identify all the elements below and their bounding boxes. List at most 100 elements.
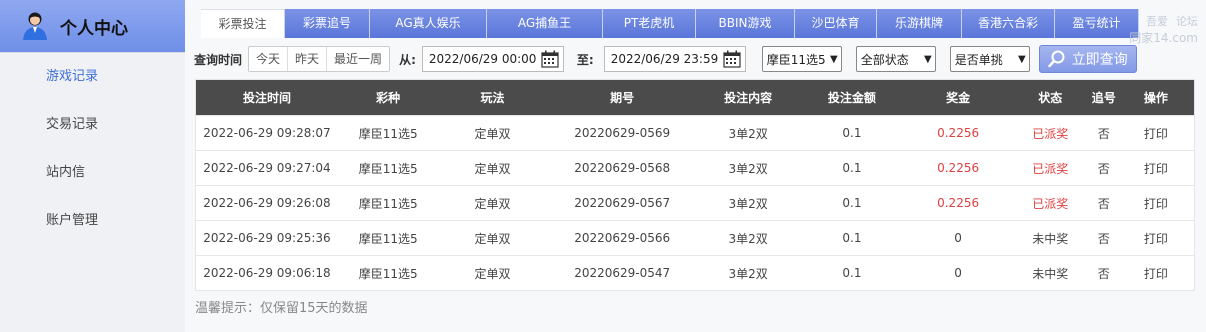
retention-note: 温馨提示：仅保留15天的数据 (195, 301, 368, 316)
search-icon (1047, 50, 1065, 68)
table-cell: 3单2双 (728, 196, 768, 211)
bet-records-table: 投注时间 彩种 玩法 期号 投注内容 投注金额 奖金 状态 追号 操作 2022-06-29 09… (195, 79, 1195, 291)
table-cell: 2022-06-29 09:06:18 (203, 266, 331, 280)
quick-range-group: 今天 昨天 最近一周 (248, 46, 391, 72)
range-week-button[interactable]: 最近一周 (327, 47, 389, 71)
table-cell: 摩臣11选5 (358, 266, 418, 281)
table-cell: 已派奖 (1032, 161, 1069, 176)
column-header: 奖金 (946, 91, 971, 105)
table-cell: 定单双 (474, 126, 511, 141)
watermark-line2: 论坛 (1176, 15, 1198, 28)
table-cell: 否 (1097, 126, 1110, 141)
print-link[interactable]: 打印 (1118, 116, 1194, 150)
filter-bar: 查询时间 今天 昨天 最近一周 从: 2022/06/29 00:00 至: 2… (194, 45, 1137, 73)
table-cell: 0.2256 (937, 126, 980, 140)
table-cell: 3单2双 (728, 161, 768, 176)
from-date-field[interactable]: 2022/06/29 00:00 (421, 46, 564, 72)
query-button-label: 立即查询 (1071, 52, 1128, 68)
print-link[interactable]: 打印 (1118, 221, 1194, 255)
table-cell: 0 (954, 231, 962, 245)
table-cell: 0.1 (842, 196, 862, 210)
sidebar-item[interactable]: 游戏记录 (0, 53, 185, 101)
table-cell: 否 (1097, 161, 1110, 176)
tab-item[interactable]: PT老虎机 (603, 9, 696, 38)
tab-item[interactable]: 沙巴体育 (795, 9, 877, 38)
user-avatar-icon (23, 12, 47, 40)
table-cell: 3单2双 (728, 266, 768, 281)
from-label: 从: (399, 52, 416, 67)
watermark-line3: 同家14.com (1129, 31, 1198, 45)
query-time-label: 查询时间 (194, 52, 243, 67)
table-cell: 摩臣11选5 (358, 161, 418, 176)
print-link[interactable]: 打印 (1118, 186, 1194, 220)
print-link[interactable]: 打印 (1118, 151, 1194, 185)
print-link[interactable]: 打印 (1118, 256, 1194, 290)
table-row: 2022-06-29 09:27:04 摩臣11选5 定单双 20220629-056… (196, 150, 1194, 185)
table-cell: 定单双 (474, 266, 511, 281)
sidebar-item[interactable]: 站内信 (0, 149, 185, 197)
table-cell: 3单2双 (728, 126, 768, 141)
table-cell: 20220629-0566 (574, 231, 671, 245)
table-cell: 0.1 (842, 231, 862, 245)
watermark-line1: 吾爱 (1146, 15, 1168, 28)
status-select-value: 全部状态 (860, 52, 909, 67)
column-header: 投注时间 (242, 91, 291, 105)
range-yesterday-button[interactable]: 昨天 (288, 47, 328, 71)
table-cell: 20220629-0568 (574, 161, 671, 175)
table-cell: 否 (1097, 266, 1110, 281)
table-cell: 0.1 (842, 126, 862, 140)
table-cell: 2022-06-29 09:27:04 (203, 161, 331, 175)
query-button[interactable]: 立即查询 (1038, 45, 1137, 73)
table-cell: 0.2256 (937, 196, 980, 210)
table-cell: 2022-06-29 09:26:08 (203, 196, 331, 210)
tab-item[interactable]: 乐游棋牌 (877, 9, 962, 38)
column-header: 操作 (1143, 91, 1168, 105)
lottery-select[interactable]: 摩臣11选5 ▼ (761, 46, 842, 72)
calendar-icon[interactable] (723, 50, 741, 68)
table-row: 2022-06-29 09:25:36 摩臣11选5 定单双 20220629-056… (196, 220, 1194, 255)
to-date-field[interactable]: 2022/06/29 23:59 (603, 46, 746, 72)
column-header: 期号 (610, 91, 635, 105)
table-row: 2022-06-29 09:26:08 摩臣11选5 定单双 20220629-056… (196, 185, 1194, 220)
table-cell: 定单双 (474, 231, 511, 246)
tab-bar: 彩票投注 彩票追号 AG真人娱乐 AG捕鱼王 PT老虎机 BBIN游戏 沙巴体育 乐游棋牌 香港… (201, 9, 1139, 38)
column-header: 状态 (1038, 91, 1063, 105)
table-cell: 20220629-0567 (574, 196, 671, 210)
tab-item[interactable]: 彩票投注 (201, 9, 285, 38)
table-cell: 否 (1097, 231, 1110, 246)
tab-item[interactable]: AG捕鱼王 (487, 9, 603, 38)
calendar-icon[interactable] (541, 50, 559, 68)
tab-item[interactable]: AG真人娱乐 (370, 9, 487, 38)
main-panel: 彩票投注 彩票追号 AG真人娱乐 AG捕鱼王 PT老虎机 BBIN游戏 沙巴体育 乐游棋牌 香港… (185, 0, 1206, 332)
table-cell: 0.1 (842, 161, 862, 175)
table-cell: 否 (1097, 196, 1110, 211)
table-row: 2022-06-29 09:28:07 摩臣11选5 定单双 20220629-056… (196, 115, 1194, 150)
table-cell: 3单2双 (728, 231, 768, 246)
tab-item[interactable]: BBIN游戏 (696, 9, 795, 38)
sidebar: 个人中心 游戏记录 交易记录 站内信 账户管理 (0, 0, 185, 332)
table-cell: 2022-06-29 09:28:07 (203, 126, 331, 140)
table-cell: 未中奖 (1032, 266, 1069, 281)
sidebar-item[interactable]: 账户管理 (0, 197, 185, 245)
sidebar-item[interactable]: 交易记录 (0, 101, 185, 149)
table-cell: 定单双 (474, 161, 511, 176)
range-today-button[interactable]: 今天 (249, 47, 289, 71)
column-header: 投注金额 (827, 91, 876, 105)
table-cell: 摩臣11选5 (358, 231, 418, 246)
status-select[interactable]: 全部状态 ▼ (855, 46, 936, 72)
column-header: 玩法 (480, 91, 505, 105)
single-select[interactable]: 是否单挑 ▼ (949, 46, 1030, 72)
table-cell: 未中奖 (1032, 231, 1069, 246)
table-header: 投注时间 彩种 玩法 期号 投注内容 投注金额 奖金 状态 追号 操作 (196, 80, 1194, 115)
tab-item[interactable]: 彩票追号 (285, 9, 370, 38)
table-cell: 0.2256 (937, 161, 980, 175)
sidebar-title: 个人中心 (60, 18, 128, 39)
lottery-select-value: 摩臣11选5 (766, 52, 826, 67)
table-cell: 20220629-0547 (574, 266, 671, 280)
tab-item[interactable]: 香港六合彩 (962, 9, 1055, 38)
from-date-value: 2022/06/29 00:00 (428, 52, 537, 66)
chevron-down-icon: ▼ (1017, 53, 1026, 65)
table-cell: 2022-06-29 09:25:36 (203, 231, 331, 245)
table-cell: 0.1 (842, 266, 862, 280)
sidebar-header: 个人中心 (0, 0, 185, 53)
